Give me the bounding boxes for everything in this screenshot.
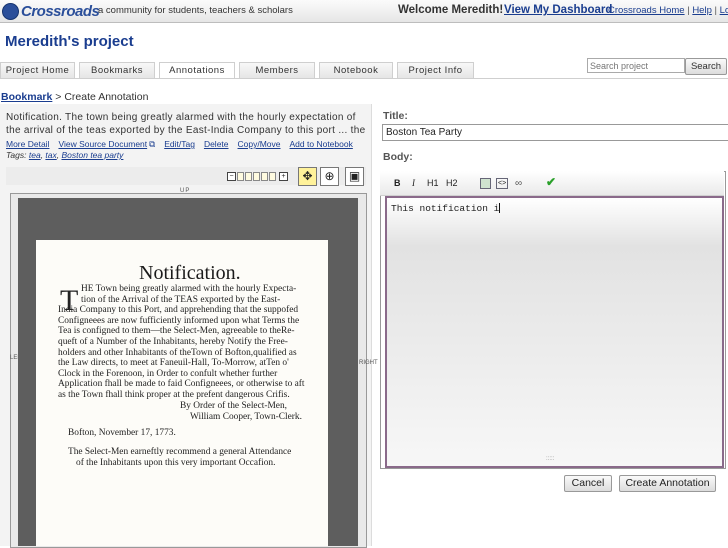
source-excerpt: Notification. The town being greatly ala… <box>6 111 368 137</box>
zoom-level-step[interactable] <box>261 172 268 181</box>
document-line: Bofton, November 17, 1773. <box>68 428 176 438</box>
tab-project-info[interactable]: Project Info <box>397 62 474 79</box>
tagline: a community for students, teachers & sch… <box>98 5 293 16</box>
document-line: India Company to this Port, and apprehen… <box>58 305 299 316</box>
body-text-value: This notification i <box>391 203 500 214</box>
link-icon[interactable]: ∞ <box>515 178 522 189</box>
panel-divider <box>371 104 372 546</box>
document-line: William Cooper, Town-Clerk. <box>190 412 302 422</box>
excerpt-line: Notification. The town being greatly ala… <box>6 112 356 123</box>
spellcheck-icon[interactable]: ✔ <box>546 175 556 189</box>
top-bar: Crossroads a community for students, tea… <box>0 0 728 23</box>
search-button[interactable]: Search <box>685 58 727 75</box>
zoom-control: − + <box>227 172 288 181</box>
zoom-out-icon[interactable]: − <box>227 172 236 181</box>
zoom-level-step[interactable] <box>237 172 244 181</box>
body-textarea[interactable] <box>385 196 724 468</box>
separator: | <box>687 5 690 16</box>
pan-left-control[interactable]: LEFT <box>10 355 25 362</box>
tag-link[interactable]: tea <box>29 150 41 160</box>
project-title: Meredith's project <box>5 33 134 50</box>
body-text[interactable]: This notification i <box>391 203 501 214</box>
heading2-button[interactable]: H2 <box>446 178 458 188</box>
tag-link[interactable]: Boston tea party <box>62 150 124 160</box>
crosshair-tool-icon[interactable]: ⊕ <box>320 167 339 186</box>
document-line: holders and other Inhabitants of theTown… <box>58 347 297 358</box>
title-input[interactable] <box>382 124 728 141</box>
logout-link[interactable]: Logo <box>720 5 728 16</box>
layout-toggle-icon[interactable]: ▣ <box>345 167 364 186</box>
excerpt-line: the arrival of the teas exported by the … <box>6 125 366 136</box>
cancel-button[interactable]: Cancel <box>564 475 612 492</box>
breadcrumb-separator: > <box>55 91 62 103</box>
tags-label: Tags: <box>6 150 27 160</box>
html-source-icon[interactable]: <> <box>496 178 509 189</box>
tab-divider <box>0 78 728 79</box>
document-line: HE Town being greatly alarmed with the h… <box>81 284 297 294</box>
breadcrumb: Bookmark > Create Annotation <box>1 91 148 103</box>
zoom-in-icon[interactable]: + <box>279 172 288 181</box>
external-window-icon[interactable]: ⧉ <box>149 139 155 149</box>
logo-text: Crossroads <box>21 2 100 20</box>
document-line: By Order of the Select-Men, <box>180 401 287 411</box>
more-detail-link[interactable]: More Detail <box>6 139 49 149</box>
document-title: Notification. <box>139 262 241 284</box>
image-icon[interactable] <box>480 178 491 189</box>
italic-button[interactable]: I <box>412 178 415 188</box>
globe-icon <box>2 2 19 20</box>
document-line: queft of a Number of the Inhabitants, he… <box>58 337 288 347</box>
home-link[interactable]: Crossroads Home <box>608 5 685 16</box>
source-actions: More Detail View Source Document ⧉ Edit/Tag… <box>6 139 362 150</box>
delete-link[interactable]: Delete <box>204 139 229 149</box>
document-line: as the Town fhall think proper at the pr… <box>58 390 290 400</box>
zoom-level-step[interactable] <box>245 172 252 181</box>
separator: | <box>714 5 717 16</box>
document-line: of the Inhabitants upon this very import… <box>76 458 276 468</box>
copy-move-link[interactable]: Copy/Move <box>238 139 281 149</box>
welcome-text: Welcome Meredith! <box>398 4 504 16</box>
text-caret <box>499 203 501 214</box>
edit-tag-link[interactable]: Edit/Tag <box>164 139 195 149</box>
tab-project-home[interactable]: Project Home <box>0 62 75 79</box>
create-annotation-button[interactable]: Create Annotation <box>619 475 716 492</box>
pan-right-control[interactable]: RIGHT <box>359 360 378 367</box>
tag-link[interactable]: tax <box>45 150 56 160</box>
view-source-link[interactable]: View Source Document <box>58 139 147 149</box>
zoom-level-step[interactable] <box>269 172 276 181</box>
breadcrumb-bookmark[interactable]: Bookmark <box>1 91 52 103</box>
document-line: Application fhall be made to faid Config… <box>58 379 305 390</box>
document-line: tion of the Arrival of the TEAS exported… <box>81 294 281 305</box>
title-label: Title: <box>383 110 408 122</box>
tab-members[interactable]: Members <box>239 62 315 79</box>
document-line: Tea is configned to them—the Select-Men,… <box>58 326 295 337</box>
tags-line: Tags: tea, tax, Boston tea party <box>6 150 124 160</box>
body-label: Body: <box>383 151 413 163</box>
document-line: the Law directs, to meet at Faneuil-Hall… <box>58 358 289 369</box>
tab-bookmarks[interactable]: Bookmarks <box>79 62 155 79</box>
help-link[interactable]: Help <box>692 5 712 16</box>
crossroads-logo[interactable]: Crossroads <box>2 2 100 20</box>
resize-handle-icon[interactable]: ::::: <box>546 456 554 462</box>
document-line: The Select-Men earneftly recommend a gen… <box>68 447 292 457</box>
heading1-button[interactable]: H1 <box>427 178 439 188</box>
pan-tool-icon[interactable]: ✥ <box>298 167 317 186</box>
dashboard-link[interactable]: View My Dashboard <box>504 4 612 16</box>
bold-button[interactable]: B <box>394 178 401 188</box>
zoom-level-step[interactable] <box>253 172 260 181</box>
tab-annotations[interactable]: Annotations <box>159 62 235 79</box>
document-line: Configneees are now fufficiently informe… <box>58 315 300 326</box>
search-input[interactable] <box>587 58 685 73</box>
add-to-notebook-link[interactable]: Add to Notebook <box>290 139 353 149</box>
document-line: Clock in the Forenoon, in Order to confu… <box>58 368 278 379</box>
top-links: Crossroads Home | Help | Logo <box>608 5 728 16</box>
pan-up-control[interactable]: UP <box>180 188 190 194</box>
tab-notebook[interactable]: Notebook <box>319 62 393 79</box>
breadcrumb-current: Create Annotation <box>64 91 149 103</box>
